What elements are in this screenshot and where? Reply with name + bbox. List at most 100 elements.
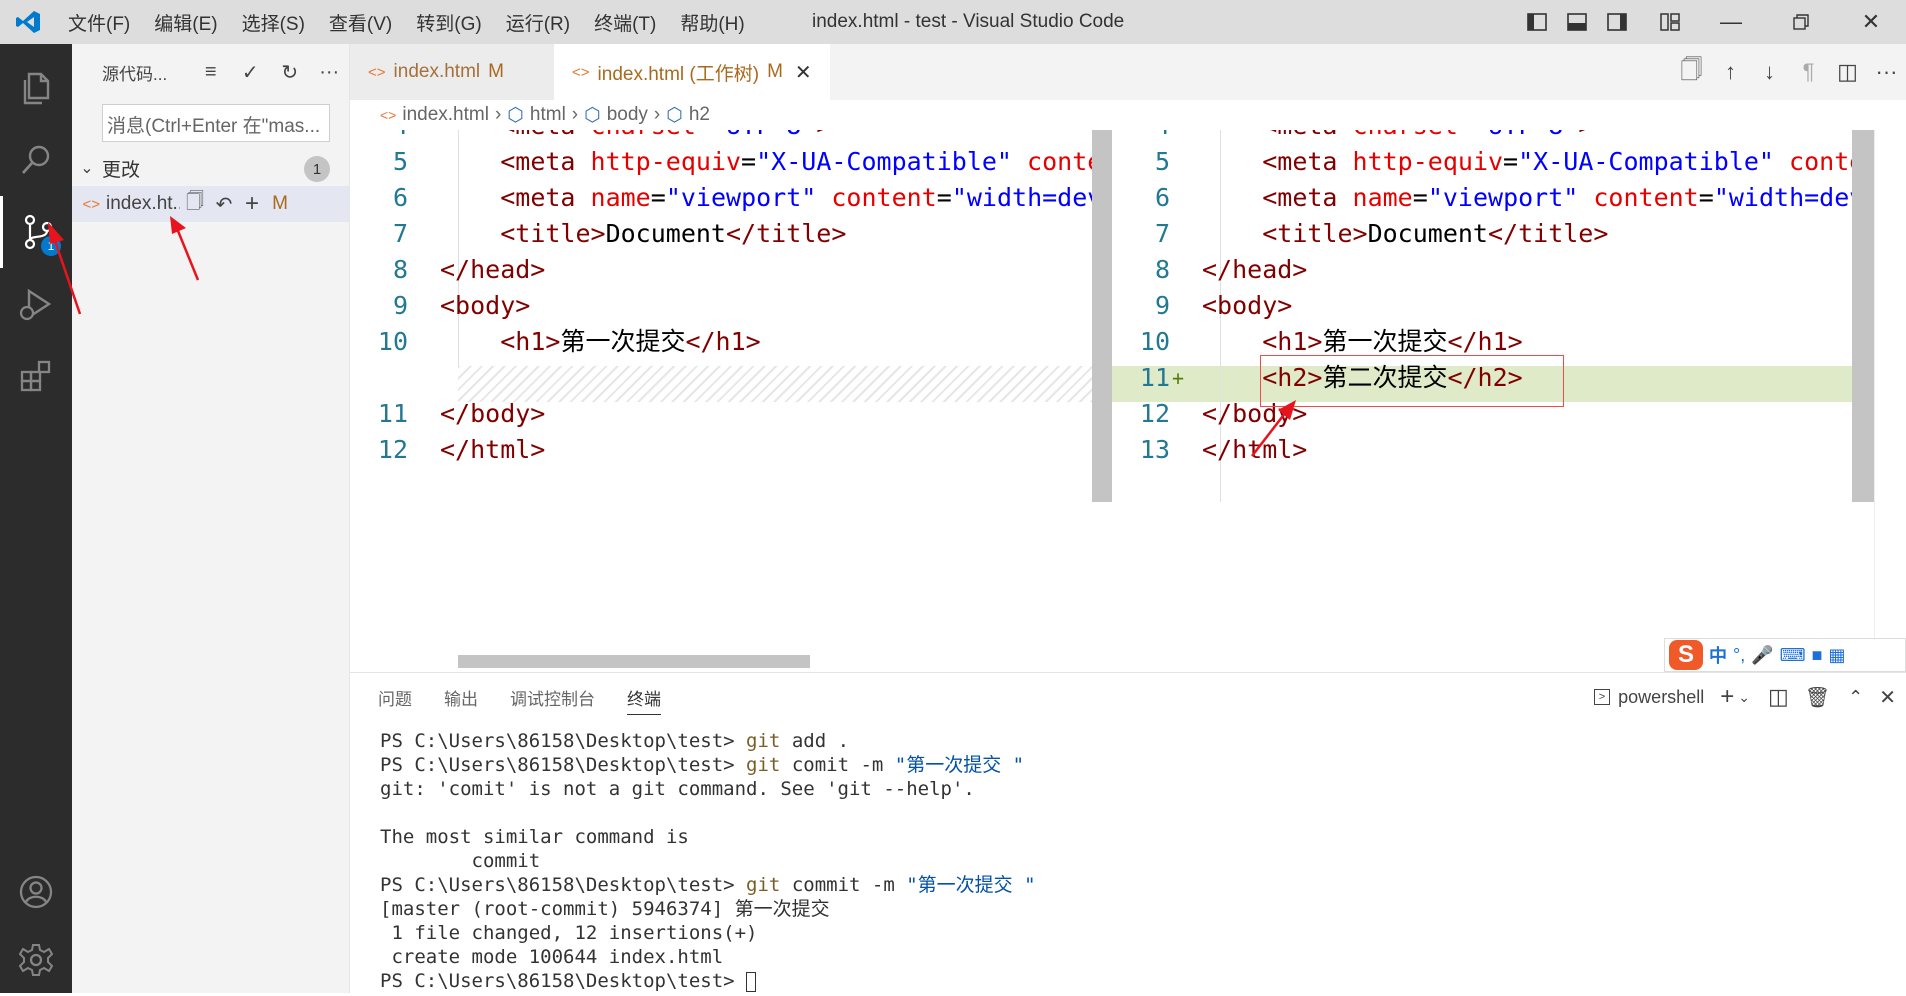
settings-gear-icon[interactable]: [0, 924, 72, 996]
code-line: 10 <h1>第一次提交</h1>: [350, 324, 1090, 360]
search-icon[interactable]: [0, 124, 72, 196]
split-editor-icon[interactable]: ◫: [1828, 52, 1867, 92]
ime-mode[interactable]: 中: [1709, 642, 1727, 668]
toggle-secondary-sidebar-icon[interactable]: [1602, 7, 1632, 37]
diff-modified-pane[interactable]: 4 <meta charset="UTF-8">5 <meta http-equ…: [1112, 130, 1906, 668]
code-text: <body>: [440, 288, 530, 324]
code-token: 第一次提交: [1322, 327, 1448, 356]
changed-file-item[interactable]: <> index.ht... 🗍 ↶ + M: [72, 186, 350, 222]
chevron-right-icon: ›: [494, 104, 502, 125]
account-icon[interactable]: [0, 856, 72, 928]
maximize-panel-icon[interactable]: ⌃: [1848, 687, 1863, 708]
open-file-icon[interactable]: 🗍: [1672, 52, 1711, 92]
code-text: <meta name="viewport" content="width=dev: [440, 180, 1102, 216]
split-terminal-icon[interactable]: ◫: [1768, 684, 1789, 710]
sidebar-title: 源代码...: [102, 64, 168, 84]
toolbox-icon[interactable]: ▦: [1828, 645, 1845, 666]
menu-edit[interactable]: 编辑(E): [142, 9, 229, 36]
line-number: 11: [377, 399, 408, 428]
tab-status: M: [767, 61, 783, 82]
menu-run[interactable]: 运行(R): [494, 9, 582, 36]
punctuation-icon[interactable]: °,: [1733, 645, 1745, 666]
activity-bar: 1: [0, 44, 72, 993]
menu-selection[interactable]: 选择(S): [230, 9, 317, 36]
line-number: 13: [1139, 435, 1170, 464]
code-token: "width=dev: [951, 183, 1103, 212]
terminal-output[interactable]: PS C:\Users\86158\Desktop\test> git add …: [380, 729, 1036, 993]
tab-output[interactable]: 输出: [444, 685, 478, 715]
code-token: <title>: [1262, 219, 1368, 248]
line-number: 9: [1154, 291, 1170, 320]
menu-help[interactable]: 帮助(H): [668, 9, 756, 36]
code-token: =: [1458, 130, 1473, 140]
vertical-scrollbar[interactable]: [1852, 130, 1874, 502]
breadcrumb-h2[interactable]: h2: [689, 104, 710, 126]
line-number: 10: [1139, 327, 1170, 356]
next-change-icon[interactable]: ↓: [1750, 52, 1789, 92]
explorer-icon[interactable]: [0, 52, 72, 124]
code-token: </html>: [440, 435, 546, 464]
keyboard-icon[interactable]: ⌨: [1780, 645, 1806, 666]
new-terminal-icon[interactable]: +: [1720, 683, 1734, 711]
code-token: "UTF-8": [711, 130, 816, 140]
close-panel-icon[interactable]: ✕: [1879, 685, 1896, 710]
minimize-button[interactable]: —: [1696, 0, 1766, 44]
trash-icon[interactable]: 🗑: [1805, 685, 1830, 710]
more-actions-icon[interactable]: ···: [309, 57, 349, 87]
whitespace-icon[interactable]: ¶: [1789, 52, 1828, 92]
extensions-icon[interactable]: [0, 340, 72, 412]
commit-check-icon[interactable]: ✓: [230, 57, 270, 87]
diff-original-pane[interactable]: 4 <meta charset="UTF-8">5 <meta http-equ…: [350, 130, 1112, 668]
terminal-shell-label[interactable]: powershell: [1618, 687, 1704, 708]
cube-icon: ⬡: [666, 104, 683, 126]
chevron-down-icon[interactable]: ⌄: [1738, 689, 1750, 706]
menu-view[interactable]: 查看(V): [317, 9, 404, 36]
menu-file[interactable]: 文件(F): [56, 9, 142, 36]
code-text: </html>: [440, 432, 545, 468]
breadcrumb-body[interactable]: body: [607, 104, 648, 126]
tab-terminal[interactable]: 终端: [627, 685, 661, 715]
changes-count-badge: 1: [304, 156, 330, 182]
commit-message-input[interactable]: 消息(Ctrl+Enter 在"mas...: [102, 104, 330, 142]
changes-group[interactable]: ⌄ 更改 1: [72, 150, 350, 186]
restore-button[interactable]: [1766, 0, 1836, 44]
close-window-button[interactable]: ✕: [1836, 0, 1906, 44]
terminal-line: 1 file changed, 12 insertions(+): [380, 922, 758, 944]
line-number: 12: [1139, 399, 1170, 428]
refresh-icon[interactable]: ↻: [270, 57, 310, 87]
toggle-sidebar-icon[interactable]: [1522, 7, 1552, 37]
code-token: conte: [1011, 147, 1103, 176]
breadcrumb-html[interactable]: html: [530, 104, 566, 126]
customize-layout-icon[interactable]: [1655, 7, 1685, 37]
tab-problems[interactable]: 问题: [378, 685, 412, 715]
code-line: 11 </body>: [350, 396, 1090, 432]
view-as-tree-icon[interactable]: ≡: [191, 57, 231, 87]
microphone-icon[interactable]: 🎤: [1751, 645, 1773, 666]
skin-icon[interactable]: ■: [1812, 645, 1823, 666]
vertical-scrollbar[interactable]: [1092, 130, 1112, 502]
menu-bar: 文件(F) 编辑(E) 选择(S) 查看(V) 转到(G) 运行(R) 终端(T…: [56, 9, 757, 36]
line-number: 8: [392, 255, 408, 284]
tab-index-html[interactable]: <> index.html M: [350, 44, 554, 100]
menu-terminal[interactable]: 终端(T): [582, 9, 668, 36]
discard-changes-icon[interactable]: ↶: [210, 192, 238, 217]
previous-change-icon[interactable]: ↑: [1711, 52, 1750, 92]
toggle-panel-icon[interactable]: [1562, 7, 1592, 37]
tab-index-html-working-tree[interactable]: <> index.html (工作树) M ✕: [554, 44, 830, 100]
stage-changes-icon[interactable]: +: [238, 190, 266, 218]
code-line: 13 </html>: [1112, 432, 1852, 468]
close-tab-icon[interactable]: ✕: [795, 60, 812, 85]
code-text: <meta charset="UTF-8">: [440, 130, 831, 144]
code-line: 9 <body>: [350, 288, 1090, 324]
tab-debug-console[interactable]: 调试控制台: [510, 685, 595, 715]
breadcrumb-file[interactable]: index.html: [402, 104, 489, 126]
file-status-badge: M: [272, 193, 288, 214]
menu-go[interactable]: 转到(G): [404, 9, 493, 36]
horizontal-scrollbar[interactable]: [458, 655, 810, 668]
html-file-icon: <>: [380, 107, 397, 123]
more-actions-icon[interactable]: ···: [1867, 52, 1906, 92]
